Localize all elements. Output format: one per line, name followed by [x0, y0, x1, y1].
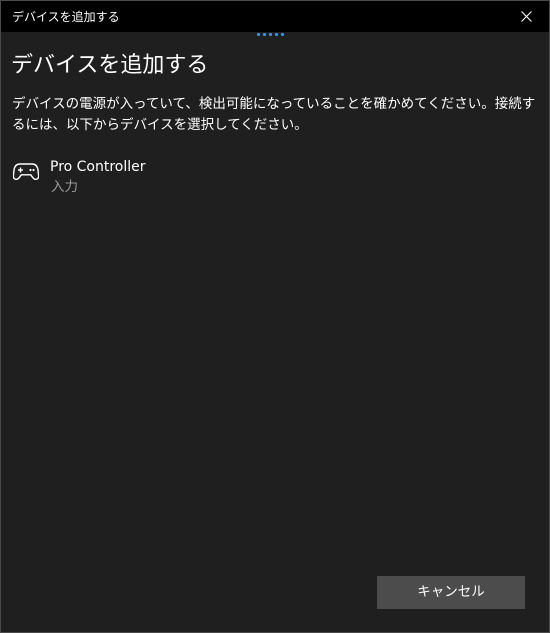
- device-list-item[interactable]: Pro Controller 入力: [7, 153, 541, 199]
- device-name: Pro Controller: [50, 159, 146, 175]
- progress-dot: [281, 33, 284, 36]
- window-title: デバイスを追加する: [12, 10, 120, 24]
- progress-dot: [257, 33, 260, 36]
- device-type: 入力: [51, 179, 78, 195]
- close-button[interactable]: [503, 1, 549, 32]
- instructions-text: デバイスの電源が入っていて、検出可能になっていることを確かめてください。接続する…: [12, 96, 536, 133]
- progress-dot: [269, 33, 272, 36]
- searching-progress-indicator: [257, 33, 284, 37]
- progress-dot: [275, 33, 278, 36]
- gamepad-icon: [13, 163, 39, 181]
- progress-dot: [263, 33, 266, 36]
- cancel-button[interactable]: キャンセル: [377, 576, 525, 609]
- close-icon: [521, 11, 532, 22]
- title-bar[interactable]: デバイスを追加する: [1, 1, 549, 32]
- page-title: デバイスを追加する: [11, 53, 209, 78]
- add-device-dialog: デバイスを追加する デバイスを追加する デバイスの電源が入っていて、検出可能にな…: [0, 0, 550, 633]
